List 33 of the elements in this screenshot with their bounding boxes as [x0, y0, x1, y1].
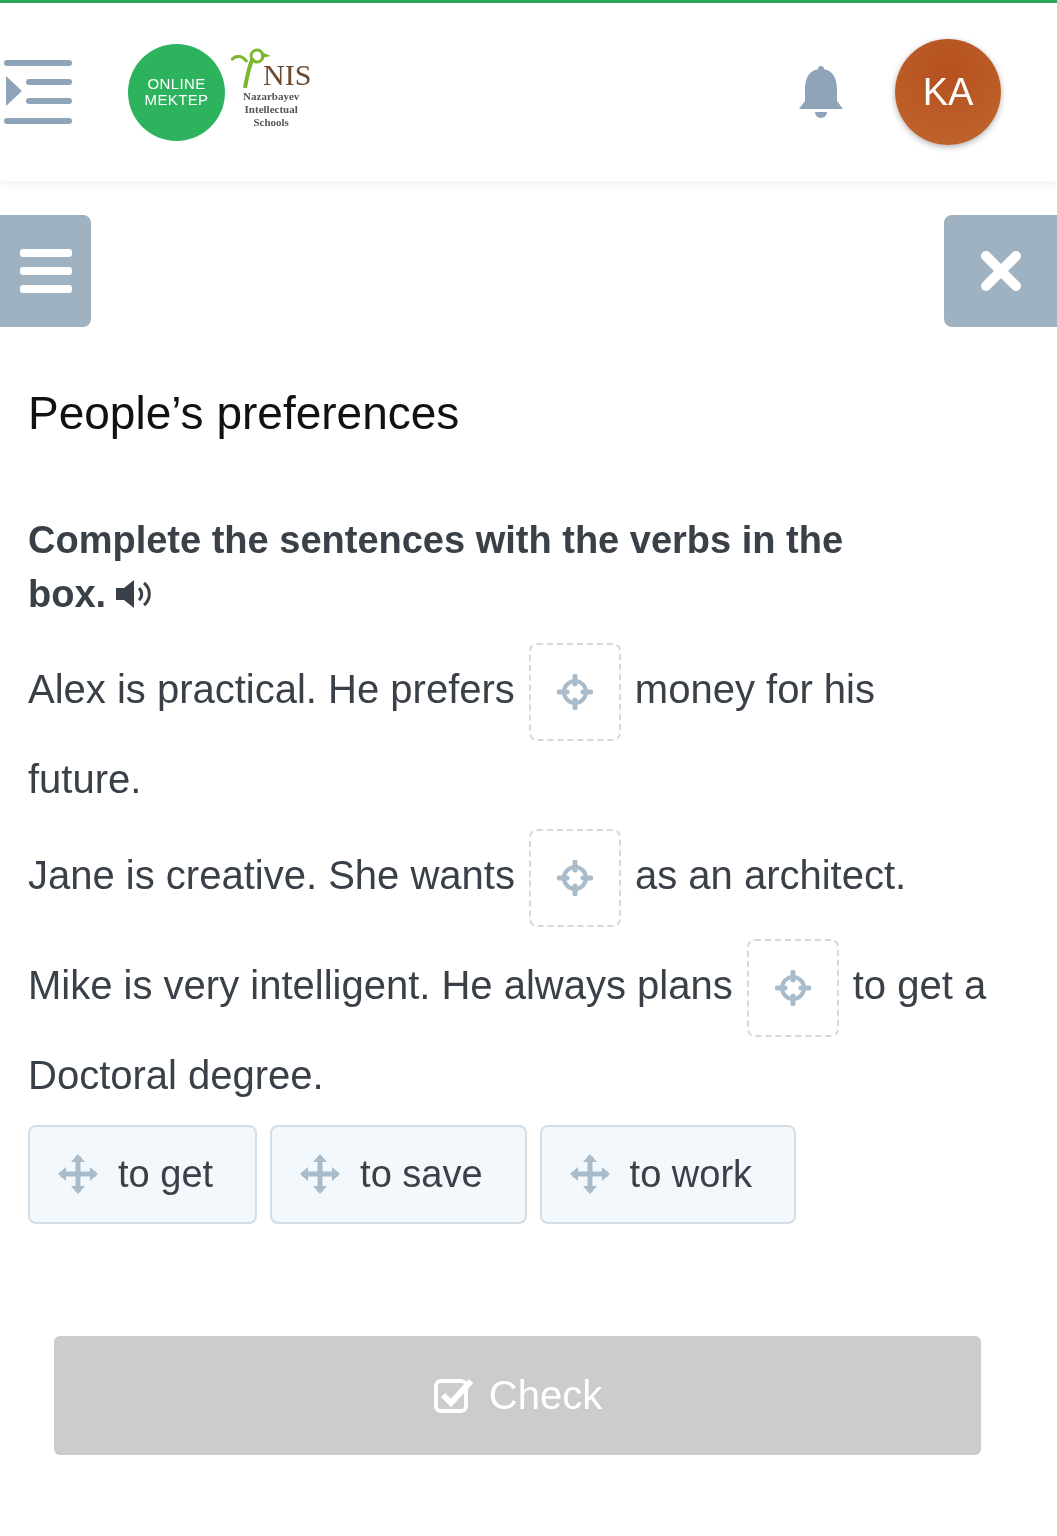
menu-icon	[19, 249, 72, 293]
nis-logo-text: NIS	[263, 59, 312, 90]
notification-bell-icon[interactable]	[797, 65, 845, 119]
instruction-text: box.	[28, 571, 107, 617]
user-avatar[interactable]: KA	[895, 39, 1001, 145]
sentence-text: Mike is very intelligent. He always plans	[28, 962, 733, 1007]
sentence-text: Doctoral degree.	[28, 1052, 324, 1097]
drop-zone[interactable]	[746, 938, 839, 1037]
target-icon	[774, 969, 811, 1006]
sentence-text: as an architect.	[634, 852, 907, 897]
menu-button[interactable]	[0, 215, 91, 327]
nis-logo-subtitle: Nazarbayev Intellectual Schools	[242, 89, 301, 129]
sentence-text: future.	[28, 756, 142, 801]
sentence-text: Alex is practical. He prefers	[28, 666, 515, 711]
target-icon	[556, 859, 593, 896]
sentence-text: Jane is creative. She wants	[28, 852, 515, 897]
move-icon	[569, 1154, 610, 1194]
page-title: People’s preferences	[28, 386, 461, 441]
draggable-word[interactable]: to save	[270, 1124, 527, 1224]
close-button[interactable]	[944, 215, 1057, 327]
online-mektep-logo: ONLINE MEKTEP	[128, 43, 225, 141]
target-icon	[556, 673, 593, 710]
drop-zone[interactable]	[528, 828, 621, 927]
instruction-text: Complete the sentences with the verbs in the	[28, 517, 845, 563]
sentence-text: to get a	[852, 962, 987, 1007]
move-icon	[300, 1154, 341, 1194]
draggable-word[interactable]: to get	[28, 1124, 258, 1224]
drop-zone[interactable]	[528, 642, 621, 741]
draggable-word[interactable]: to work	[539, 1124, 797, 1224]
sentence-text: money for his	[634, 666, 875, 711]
close-icon	[980, 251, 1021, 291]
move-icon	[58, 1154, 98, 1194]
sidebar-toggle-icon[interactable]	[4, 60, 72, 124]
